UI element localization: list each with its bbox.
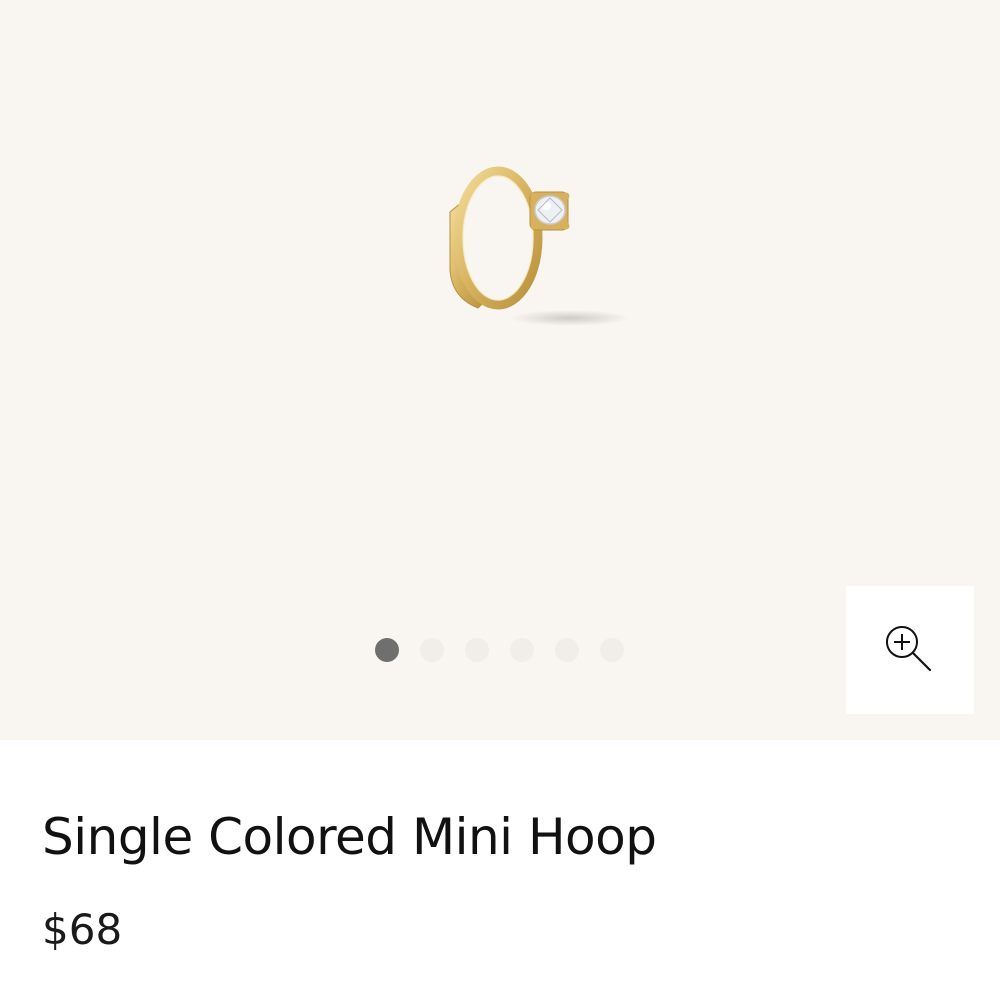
product-price: $68 <box>42 905 123 954</box>
zoom-button[interactable] <box>846 586 974 714</box>
gallery-dot-6[interactable] <box>600 638 624 662</box>
gallery-dot-2[interactable] <box>420 638 444 662</box>
gallery-dot-3[interactable] <box>465 638 489 662</box>
product-info <box>0 740 1000 1000</box>
gallery-dot-4[interactable] <box>510 638 534 662</box>
gallery-pagination <box>375 638 624 662</box>
zoom-in-icon <box>886 626 932 672</box>
gallery-dot-1[interactable] <box>375 638 399 662</box>
product-image-hoop-earring[interactable] <box>420 150 640 350</box>
product-title: Single Colored Mini Hoop <box>42 808 657 866</box>
product-image-gallery[interactable] <box>0 0 1000 740</box>
gallery-dot-5[interactable] <box>555 638 579 662</box>
